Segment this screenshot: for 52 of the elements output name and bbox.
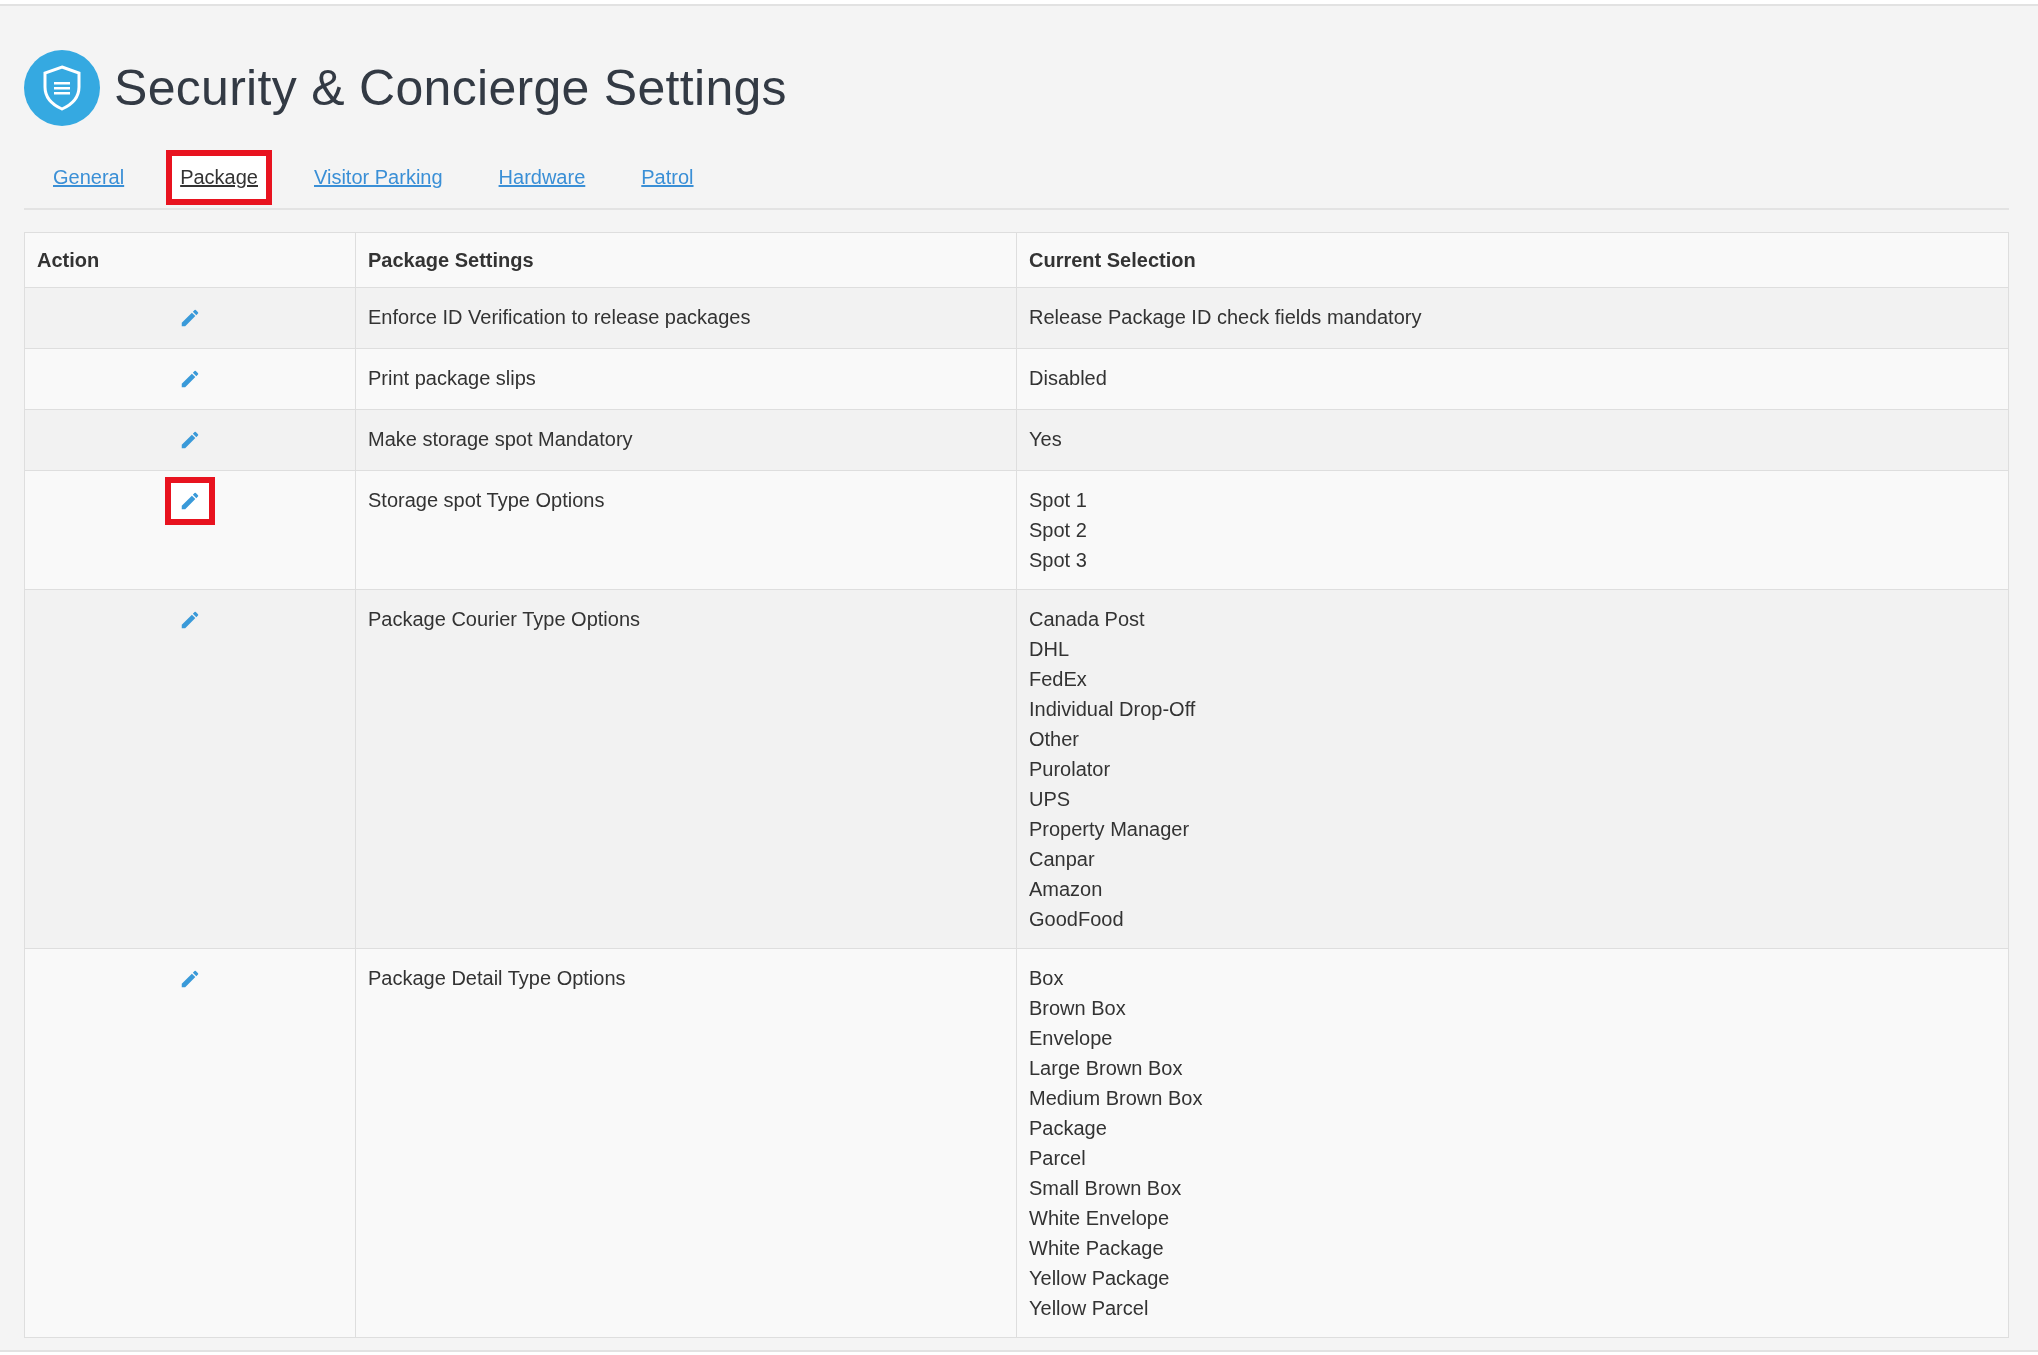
current-value: Spot 1 bbox=[1029, 488, 1088, 513]
tab[interactable]: Package bbox=[166, 149, 272, 205]
current-value: Amazon bbox=[1029, 877, 1104, 902]
column-header: Package Settings bbox=[355, 232, 1017, 288]
current-value: GoodFood bbox=[1029, 907, 1125, 932]
current-value: Yes bbox=[1029, 427, 1063, 452]
setting-name: Make storage spot Mandatory bbox=[368, 428, 633, 450]
setting-name: Package Detail Type Options bbox=[368, 967, 626, 989]
tab[interactable]: Visitor Parking bbox=[300, 149, 457, 205]
page-title: Security & Concierge Settings bbox=[114, 59, 787, 117]
shield-icon bbox=[24, 50, 100, 126]
tab[interactable]: General bbox=[39, 149, 139, 205]
current-value: Large Brown Box bbox=[1029, 1056, 1184, 1081]
current-value: Individual Drop-Off bbox=[1029, 697, 1197, 722]
current-value: Yellow Parcel bbox=[1029, 1296, 1150, 1321]
tab[interactable]: Hardware bbox=[484, 149, 600, 205]
pencil-icon[interactable] bbox=[179, 968, 201, 990]
current-value: Package bbox=[1029, 1116, 1108, 1141]
pencil-icon[interactable] bbox=[179, 490, 201, 512]
current-value: Disabled bbox=[1029, 366, 1108, 391]
current-value: White Envelope bbox=[1029, 1206, 1171, 1231]
current-value: Canada Post bbox=[1029, 607, 1146, 632]
pencil-icon[interactable] bbox=[179, 368, 201, 390]
current-value: Brown Box bbox=[1029, 996, 1127, 1021]
current-value: Box bbox=[1029, 966, 1065, 991]
current-value: Release Package ID check fields mandatory bbox=[1029, 305, 1423, 330]
current-value: White Package bbox=[1029, 1236, 1165, 1261]
current-value: Small Brown Box bbox=[1029, 1176, 1183, 1201]
current-value: FedEx bbox=[1029, 667, 1088, 692]
pencil-icon[interactable] bbox=[179, 307, 201, 329]
current-value: UPS bbox=[1029, 787, 1072, 812]
current-value: Other bbox=[1029, 727, 1081, 752]
current-value: Property Manager bbox=[1029, 817, 1191, 842]
current-value: Purolator bbox=[1029, 757, 1112, 782]
current-value: Canpar bbox=[1029, 847, 1096, 872]
setting-name: Print package slips bbox=[368, 367, 536, 389]
current-value: Parcel bbox=[1029, 1146, 1087, 1171]
pencil-icon[interactable] bbox=[179, 609, 201, 631]
current-value: Spot 2 bbox=[1029, 518, 1088, 543]
current-value: DHL bbox=[1029, 637, 1070, 662]
column-header: Current Selection bbox=[1016, 232, 2009, 288]
setting-name: Storage spot Type Options bbox=[368, 489, 605, 511]
column-header: Action bbox=[24, 232, 356, 288]
pencil-icon[interactable] bbox=[179, 429, 201, 451]
current-value: Envelope bbox=[1029, 1026, 1114, 1051]
edit-button[interactable] bbox=[165, 477, 215, 525]
setting-name: Package Courier Type Options bbox=[368, 608, 640, 630]
current-value: Spot 3 bbox=[1029, 548, 1088, 573]
setting-name: Enforce ID Verification to release packages bbox=[368, 306, 751, 328]
current-value: Medium Brown Box bbox=[1029, 1086, 1204, 1111]
current-value: Yellow Package bbox=[1029, 1266, 1171, 1291]
tab[interactable]: Patrol bbox=[627, 149, 708, 205]
